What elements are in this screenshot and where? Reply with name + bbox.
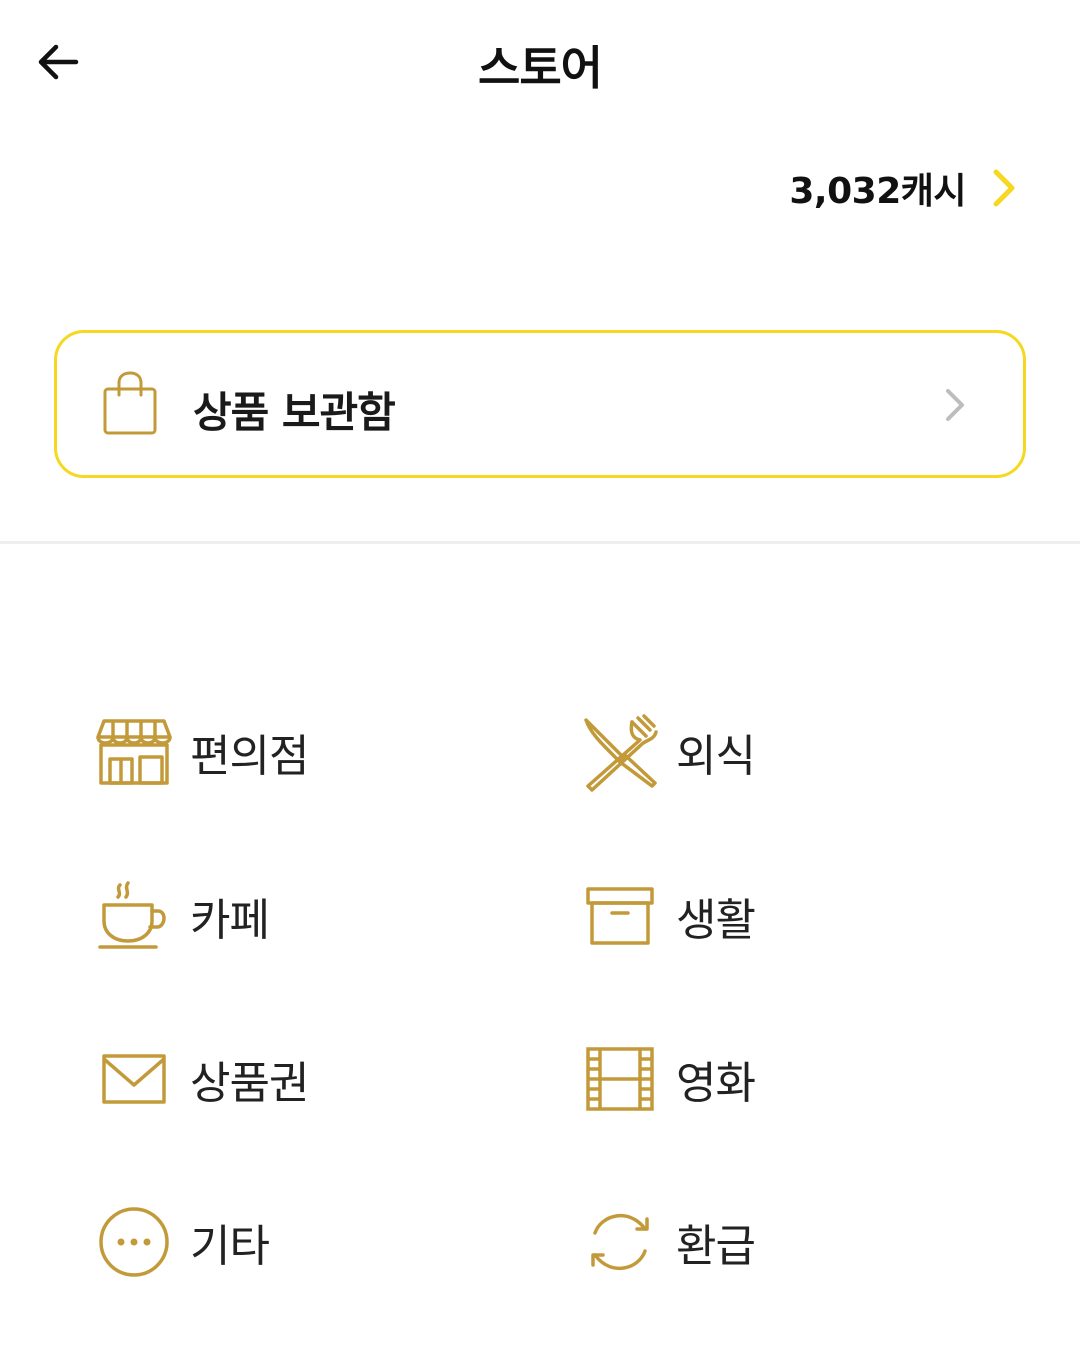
store-screen: 스토어 3,032캐시 상품 보관함 편의점 외식 카페 생활 상품권 영화 기… — [0, 0, 1080, 1350]
category-refund[interactable]: 환급 — [578, 1197, 756, 1287]
category-label: 기타 — [190, 1221, 270, 1272]
film-icon — [578, 1037, 662, 1121]
store-icon — [92, 710, 176, 794]
category-label: 편의점 — [190, 731, 309, 782]
cash-balance-button[interactable]: 3,032캐시 — [789, 162, 1020, 214]
chevron-right-icon — [943, 385, 967, 425]
chevron-right-icon — [990, 166, 1020, 210]
storage-box-button[interactable]: 상품 보관함 — [54, 330, 1026, 478]
category-convenience-store[interactable]: 편의점 — [92, 707, 309, 797]
category-gift-card[interactable]: 상품권 — [92, 1034, 309, 1124]
coffee-cup-icon — [92, 874, 176, 958]
shopping-bag-icon — [101, 371, 159, 437]
category-dining[interactable]: 외식 — [578, 707, 756, 797]
header: 스토어 — [0, 0, 1080, 125]
cash-amount: 3,032캐시 — [789, 171, 966, 212]
category-label: 카페 — [190, 895, 270, 946]
category-label: 환급 — [676, 1221, 756, 1272]
category-etc[interactable]: 기타 — [92, 1197, 270, 1287]
fork-knife-icon — [578, 710, 662, 794]
category-label: 생활 — [676, 895, 756, 946]
refresh-icon — [578, 1200, 662, 1284]
category-label: 외식 — [676, 731, 756, 782]
category-movie[interactable]: 영화 — [578, 1034, 756, 1124]
more-icon — [92, 1200, 176, 1284]
category-living[interactable]: 생활 — [578, 871, 756, 961]
category-label: 상품권 — [190, 1058, 309, 1109]
section-divider — [0, 541, 1080, 544]
category-cafe[interactable]: 카페 — [92, 871, 270, 961]
storage-label: 상품 보관함 — [193, 388, 396, 437]
page-title: 스토어 — [478, 41, 603, 95]
category-label: 영화 — [676, 1058, 756, 1109]
box-icon — [578, 874, 662, 958]
envelope-icon — [92, 1037, 176, 1121]
